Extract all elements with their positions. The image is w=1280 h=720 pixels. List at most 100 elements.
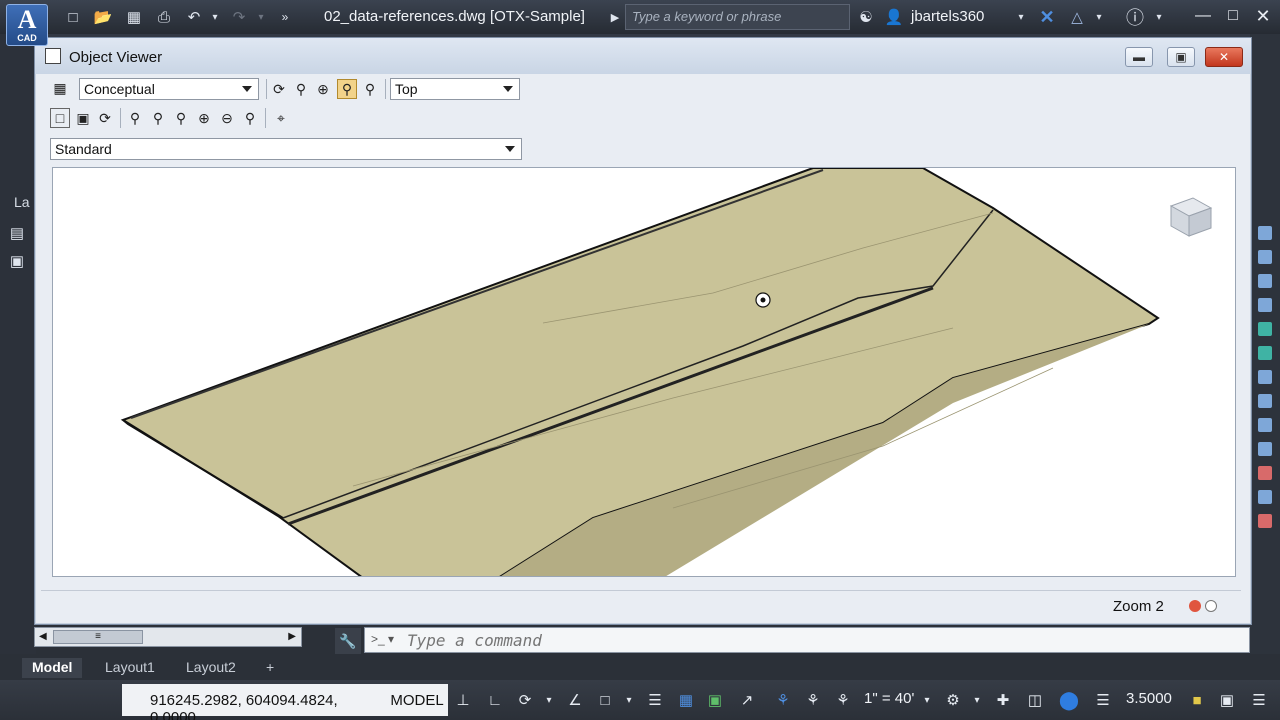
tool-icon[interactable] — [1258, 514, 1272, 528]
lineweight-value[interactable]: 3.5000 — [1126, 690, 1172, 707]
add-layout-tab[interactable]: + — [256, 658, 284, 678]
tool-icon[interactable] — [1258, 274, 1272, 288]
zoom-extents-icon[interactable]: ⊕ — [313, 79, 333, 99]
tool-icon[interactable] — [1258, 394, 1272, 408]
tab-model[interactable]: Model — [22, 658, 83, 678]
isolate-objects-icon[interactable]: ◫ — [1024, 689, 1046, 711]
model-space-button[interactable]: MODEL — [386, 684, 448, 716]
customize-qat-icon[interactable]: » — [274, 6, 296, 28]
user-dropdown-icon[interactable]: ▾ — [1010, 6, 1032, 28]
selection-cycling-icon[interactable]: ▣ — [704, 689, 726, 711]
drawing-status-icon[interactable]: ■ — [1186, 689, 1208, 711]
scale-dropdown-icon[interactable]: ▾ — [916, 689, 938, 711]
tool-icon[interactable] — [1258, 466, 1272, 480]
tool-icon[interactable] — [1258, 418, 1272, 432]
app-minimize-icon[interactable]: — — [1192, 5, 1214, 27]
polar-tracking-icon[interactable]: ⟳ — [514, 689, 536, 711]
zoom-center-icon[interactable]: ⚲ — [148, 108, 168, 128]
search-input[interactable]: Type a keyword or phrase — [625, 4, 850, 30]
new-file-icon[interactable]: □ — [62, 6, 84, 28]
transparency-icon[interactable]: ▦ — [675, 689, 697, 711]
command-prompt-icon[interactable]: >_ ▾ — [371, 632, 394, 646]
tool-icon[interactable] — [1258, 346, 1272, 360]
palette-icon[interactable]: ▣ — [6, 250, 28, 272]
app-maximize-icon[interactable]: □ — [1222, 5, 1244, 27]
a360-dropdown-icon[interactable]: ▾ — [1088, 6, 1110, 28]
redo-icon[interactable]: ↷ — [228, 6, 250, 28]
orbit-free-icon[interactable]: ⟳ — [95, 108, 115, 128]
grid-snap-icon[interactable]: ⊥ — [452, 689, 474, 711]
view-cube-icon[interactable] — [1169, 197, 1213, 237]
zoom-plus-icon[interactable]: ⊕ — [194, 108, 214, 128]
tool-icon[interactable] — [1258, 298, 1272, 312]
gear-icon[interactable]: ⚙ — [942, 689, 964, 711]
annotation-scale-value[interactable]: 1" = 40' — [864, 690, 914, 707]
viewer-maximize-button[interactable]: ▣ — [1167, 47, 1195, 67]
shaded-cube-icon[interactable]: ▣ — [73, 108, 93, 128]
tab-layout1[interactable]: Layout1 — [95, 658, 165, 678]
app-close-icon[interactable]: ✕ — [1252, 5, 1274, 27]
scroll-right-icon[interactable]: ▶ — [288, 631, 296, 642]
3d-viewport[interactable] — [52, 167, 1236, 577]
object-snap-icon[interactable]: □ — [594, 689, 616, 711]
annotation-scale-icon[interactable]: ⚘ — [832, 689, 854, 711]
plus-icon[interactable]: ✚ — [992, 689, 1014, 711]
search-expand-icon[interactable]: ▶ — [604, 6, 626, 28]
workspace-dropdown-icon[interactable]: ▾ — [966, 689, 988, 711]
dynamic-ucs-icon[interactable]: ↗ — [736, 689, 758, 711]
clean-screen-icon[interactable]: ▣ — [1216, 689, 1238, 711]
snap-dropdown-icon[interactable]: ▾ — [618, 689, 640, 711]
tab-layout2[interactable]: Layout2 — [176, 658, 246, 678]
zoom-in-icon[interactable]: ⚲ — [125, 108, 145, 128]
ortho-icon[interactable]: ∟ — [484, 689, 506, 711]
polar-dropdown-icon[interactable]: ▾ — [538, 689, 560, 711]
help-dropdown-icon[interactable]: ▾ — [1148, 6, 1170, 28]
isometric-icon[interactable]: ∠ — [564, 689, 586, 711]
lineweight-icon[interactable]: ☰ — [644, 689, 666, 711]
coordinates-readout[interactable]: 916245.2982, 604094.4824, 0.0000 — [122, 684, 386, 720]
redo-dropdown-icon[interactable]: ▾ — [250, 6, 272, 28]
scroll-left-icon[interactable]: ◀ — [39, 631, 47, 642]
help-icon[interactable]: ⓘ — [1124, 6, 1146, 28]
layers-icon[interactable]: ☰ — [1092, 689, 1114, 711]
zoom-minus-icon[interactable]: ⊖ — [217, 108, 237, 128]
view-direction-select[interactable]: Top — [390, 78, 520, 100]
save-icon[interactable]: ▦ — [123, 6, 145, 28]
a360-icon[interactable]: △ — [1066, 6, 1088, 28]
user-name[interactable]: jbartels360 — [911, 8, 984, 25]
tool-icon[interactable] — [1258, 370, 1272, 384]
tool-icon[interactable] — [1258, 442, 1272, 456]
exchange-icon[interactable]: ✕ — [1036, 6, 1058, 28]
customize-wrench-icon[interactable]: 🔧 — [335, 628, 361, 654]
tool-icon[interactable] — [1258, 226, 1272, 240]
annotation-visibility-icon[interactable]: ⚘ — [772, 689, 794, 711]
user-icon[interactable]: 👤 — [883, 6, 905, 28]
visual-style-select[interactable]: Conceptual — [79, 78, 259, 100]
binoculars-icon[interactable]: ☯ — [855, 6, 877, 28]
undo-dropdown-icon[interactable]: ▾ — [204, 6, 226, 28]
command-input[interactable] — [407, 630, 1227, 650]
auto-scale-icon[interactable]: ⚘ — [802, 689, 824, 711]
zoom-object-icon[interactable]: ⚲ — [171, 108, 191, 128]
hardware-acceleration-icon[interactable]: ⬤ — [1058, 689, 1080, 711]
orbit-icon[interactable]: ⟳ — [269, 79, 289, 99]
standard-style-select[interactable]: Standard — [50, 138, 522, 160]
tool-icon[interactable] — [1258, 322, 1272, 336]
viewer-minimize-button[interactable]: ▬ — [1125, 47, 1153, 67]
wireframe-cube-icon[interactable]: □ — [50, 108, 70, 128]
zoom-previous-icon[interactable]: ⚲ — [360, 79, 380, 99]
crosshair-icon[interactable]: ⌖ — [271, 108, 291, 128]
customization-menu-icon[interactable]: ☰ — [1248, 689, 1270, 711]
undo-icon[interactable]: ↶ — [183, 6, 205, 28]
scroll-thumb[interactable]: ≡ — [53, 630, 143, 644]
print-icon[interactable]: ⎙ — [153, 6, 175, 28]
tool-icon[interactable] — [1258, 490, 1272, 504]
layer-properties-icon[interactable]: ▤ — [6, 222, 28, 244]
open-folder-icon[interactable]: 📂 — [92, 6, 114, 28]
horizontal-scrollbar[interactable]: ◀ ≡ ▶ — [34, 627, 302, 647]
save-view-icon[interactable]: ▦ — [50, 78, 70, 98]
viewer-close-button[interactable]: ✕ — [1205, 47, 1243, 67]
tool-icon[interactable] — [1258, 250, 1272, 264]
app-logo-button[interactable]: A CAD — [6, 4, 48, 46]
zoom-dynamic-icon[interactable]: ⚲ — [240, 108, 260, 128]
